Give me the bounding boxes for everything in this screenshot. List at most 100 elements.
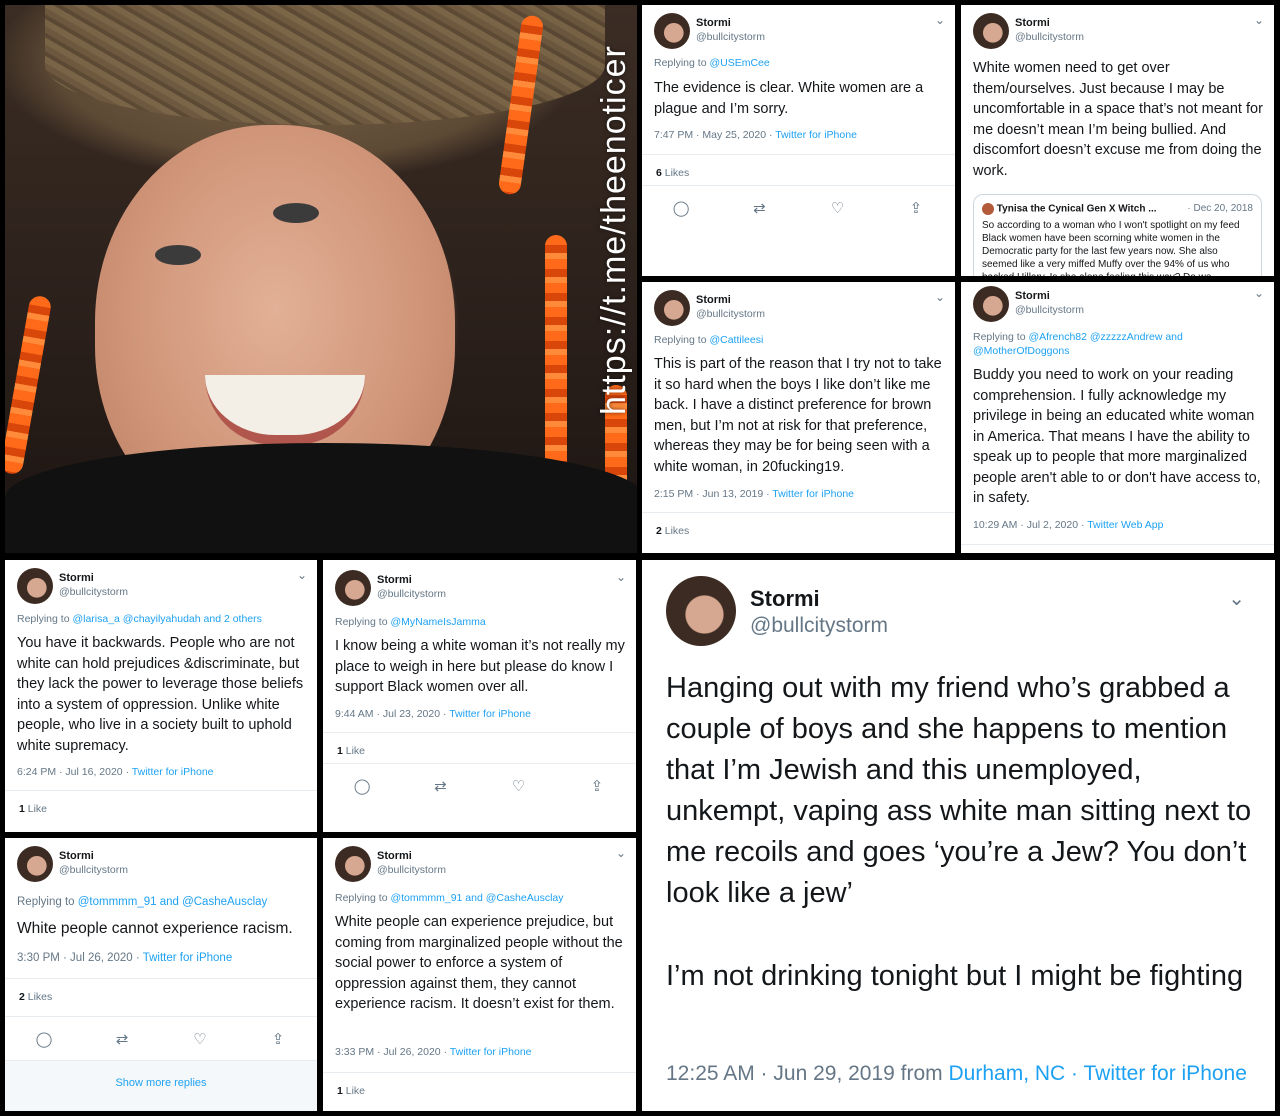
avatar[interactable] — [973, 13, 1009, 49]
display-name[interactable]: Stormi — [1015, 17, 1050, 29]
likes-count[interactable]: 2 Likes — [642, 512, 955, 552]
likes-count[interactable]: 1 Like — [5, 790, 317, 830]
user-handle[interactable]: @bullcitystorm — [377, 588, 446, 600]
user-handle[interactable]: @bullcitystorm — [59, 586, 128, 598]
reply-mention-link[interactable]: @larisa_a @chayilyahudah and 2 others — [72, 613, 261, 625]
tweet-source-link[interactable]: Twitter Web App — [1087, 519, 1163, 531]
avatar[interactable] — [17, 568, 53, 604]
quoted-date: · Dec 20, 2018 — [1187, 203, 1253, 214]
tweet-actions: ◯ ⇄ ♡ ⇪ — [5, 1016, 317, 1061]
share-icon[interactable]: ⇪ — [268, 1030, 288, 1048]
display-name[interactable]: Stormi — [696, 294, 731, 306]
likes-count[interactable]: 1 Like — [323, 1072, 636, 1111]
tweet-source-link[interactable]: Twitter for iPhone — [1084, 1062, 1247, 1085]
display-name[interactable]: Stormi — [377, 850, 412, 862]
tweet-card: Stormi @bullcitystorm ⌄ White women need… — [961, 5, 1274, 276]
tweet-timestamp: 12:25 AM · Jun 29, 2019 from Durham, NC … — [666, 1062, 1247, 1085]
tweet-timestamp: 9:44 AM · Jul 23, 2020 · Twitter for iPh… — [335, 708, 531, 720]
avatar[interactable] — [335, 846, 371, 882]
tweet-text: You have it backwards. People who are no… — [17, 635, 304, 754]
avatar[interactable] — [654, 13, 690, 49]
tweet-text: White people can experience prejudice, b… — [335, 914, 623, 1012]
reply-icon[interactable]: ◯ — [671, 199, 691, 217]
like-icon[interactable]: ♡ — [509, 777, 529, 795]
user-handle[interactable]: @bullcitystorm — [1015, 31, 1084, 43]
likes-count[interactable]: 2 Likes — [5, 978, 317, 1018]
tweet-source-link[interactable]: Twitter for iPhone — [449, 708, 531, 720]
tweet-text: White people cannot experience racism. — [17, 920, 293, 937]
profile-photo: https://t.me/theenoticer — [5, 5, 637, 553]
display-name[interactable]: Stormi — [59, 572, 94, 584]
reply-icon[interactable]: ◯ — [34, 1030, 54, 1048]
like-icon[interactable]: ♡ — [828, 199, 848, 217]
chevron-down-icon[interactable]: ⌄ — [935, 13, 945, 27]
tweet-text: This is part of the reason that I try no… — [654, 356, 942, 475]
chevron-down-icon[interactable]: ⌄ — [1254, 13, 1264, 27]
share-icon[interactable]: ⇪ — [906, 199, 926, 217]
quoted-text: So according to a woman who I won't spot… — [982, 220, 1240, 276]
tweet-timestamp: 10:29 AM · Jul 2, 2020 · Twitter Web App — [973, 519, 1164, 531]
tweet-card: Stormi @bullcitystorm ⌄ Replying to @MyN… — [323, 560, 636, 832]
user-handle[interactable]: @bullcitystorm — [696, 31, 765, 43]
tweet-text: Hanging out with my friend who’s grabbed… — [666, 672, 1252, 909]
like-icon[interactable]: ♡ — [190, 1030, 210, 1048]
location-link[interactable]: Durham, NC — [949, 1062, 1066, 1085]
tweet-card: Stormi @bullcitystorm ⌄ Replying to @tom… — [323, 838, 636, 1111]
tweet-source-link[interactable]: Twitter for iPhone — [143, 952, 232, 964]
quoted-tweet[interactable]: Tynisa the Cynical Gen X Witch ... · Dec … — [973, 194, 1262, 276]
tweet-timestamp: 6:24 PM · Jul 16, 2020 · Twitter for iPh… — [17, 766, 214, 778]
chevron-down-icon[interactable]: ⌄ — [616, 846, 626, 860]
reply-icon[interactable]: ◯ — [352, 777, 372, 795]
show-more-replies-link[interactable]: Show more replies — [5, 1060, 317, 1111]
user-handle[interactable]: @bullcitystorm — [696, 308, 765, 320]
chevron-down-icon[interactable]: ⌄ — [935, 290, 945, 304]
user-handle[interactable]: @bullcitystorm — [59, 864, 128, 876]
tweet-source-link[interactable]: Twitter for iPhone — [775, 129, 857, 141]
tweet-card: Stormi @bullcitystorm ⌄ Replying to @Cat… — [642, 282, 955, 553]
display-name[interactable]: Stormi — [377, 574, 412, 586]
display-name[interactable]: Stormi — [750, 586, 820, 612]
tweet-text: I know being a white woman it’s not real… — [335, 638, 625, 695]
replying-to: Replying to @Afrench82 @zzzzzAndrew and … — [973, 331, 1183, 357]
photo-shirt — [5, 443, 637, 553]
share-icon[interactable]: ⇪ — [587, 777, 607, 795]
reply-mention-link[interactable]: @tommmm_91 and @CasheAusclay — [390, 892, 563, 904]
user-handle[interactable]: @bullcitystorm — [1015, 304, 1084, 316]
tweet-source-link[interactable]: Twitter for iPhone — [772, 488, 854, 500]
watermark-url: https://t.me/theenoticer — [595, 45, 633, 415]
photo-eye — [155, 245, 201, 265]
reply-mention-link[interactable]: @MyNameIsJamma — [390, 616, 485, 628]
reply-mention-link[interactable]: @Cattileesi — [709, 334, 763, 346]
user-handle[interactable]: @bullcitystorm — [750, 614, 888, 638]
chevron-down-icon[interactable]: ⌄ — [1228, 586, 1245, 611]
display-name[interactable]: Stormi — [1015, 290, 1050, 302]
avatar[interactable] — [17, 846, 53, 882]
display-name[interactable]: Stormi — [59, 850, 94, 862]
retweet-icon[interactable]: ⇄ — [749, 199, 769, 217]
reply-mention-link[interactable]: @tommmm_91 and @CasheAusclay — [78, 896, 268, 908]
replying-to: Replying to @tommmm_91 and @CasheAusclay — [17, 896, 268, 908]
tweet-text: White women need to get over them/oursel… — [973, 60, 1263, 179]
tweet-card: Stormi @bullcitystorm ⌄ Replying to @Afr… — [961, 282, 1274, 553]
tweet-timestamp: 2:15 PM · Jun 13, 2019 · Twitter for iPh… — [654, 488, 854, 500]
chevron-down-icon[interactable]: ⌄ — [616, 570, 626, 584]
retweet-icon[interactable]: ⇄ — [430, 777, 450, 795]
reply-mention-link[interactable]: @USEmCee — [709, 57, 769, 69]
retweet-icon[interactable]: ⇄ — [112, 1030, 132, 1048]
avatar[interactable] — [654, 290, 690, 326]
tweet-source-link[interactable]: Twitter for iPhone — [132, 766, 214, 778]
tweet-text: Buddy you need to work on your reading c… — [973, 367, 1261, 506]
quoted-avatar — [982, 203, 994, 215]
display-name[interactable]: Stormi — [696, 17, 731, 29]
avatar[interactable] — [973, 286, 1009, 322]
chevron-down-icon[interactable]: ⌄ — [297, 568, 307, 582]
tweet-source-link[interactable]: Twitter for iPhone — [450, 1046, 532, 1058]
tweet-timestamp: 3:30 PM · Jul 26, 2020 · Twitter for iPh… — [17, 952, 233, 964]
user-handle[interactable]: @bullcitystorm — [377, 864, 446, 876]
tweet-card: Stormi @bullcitystorm ⌄ Replying to @lar… — [5, 560, 317, 832]
replying-to: Replying to @MyNameIsJamma — [335, 616, 486, 628]
replying-to: Replying to @USEmCee — [654, 57, 770, 69]
avatar[interactable] — [666, 576, 736, 646]
avatar[interactable] — [335, 570, 371, 606]
chevron-down-icon[interactable]: ⌄ — [1254, 286, 1264, 300]
